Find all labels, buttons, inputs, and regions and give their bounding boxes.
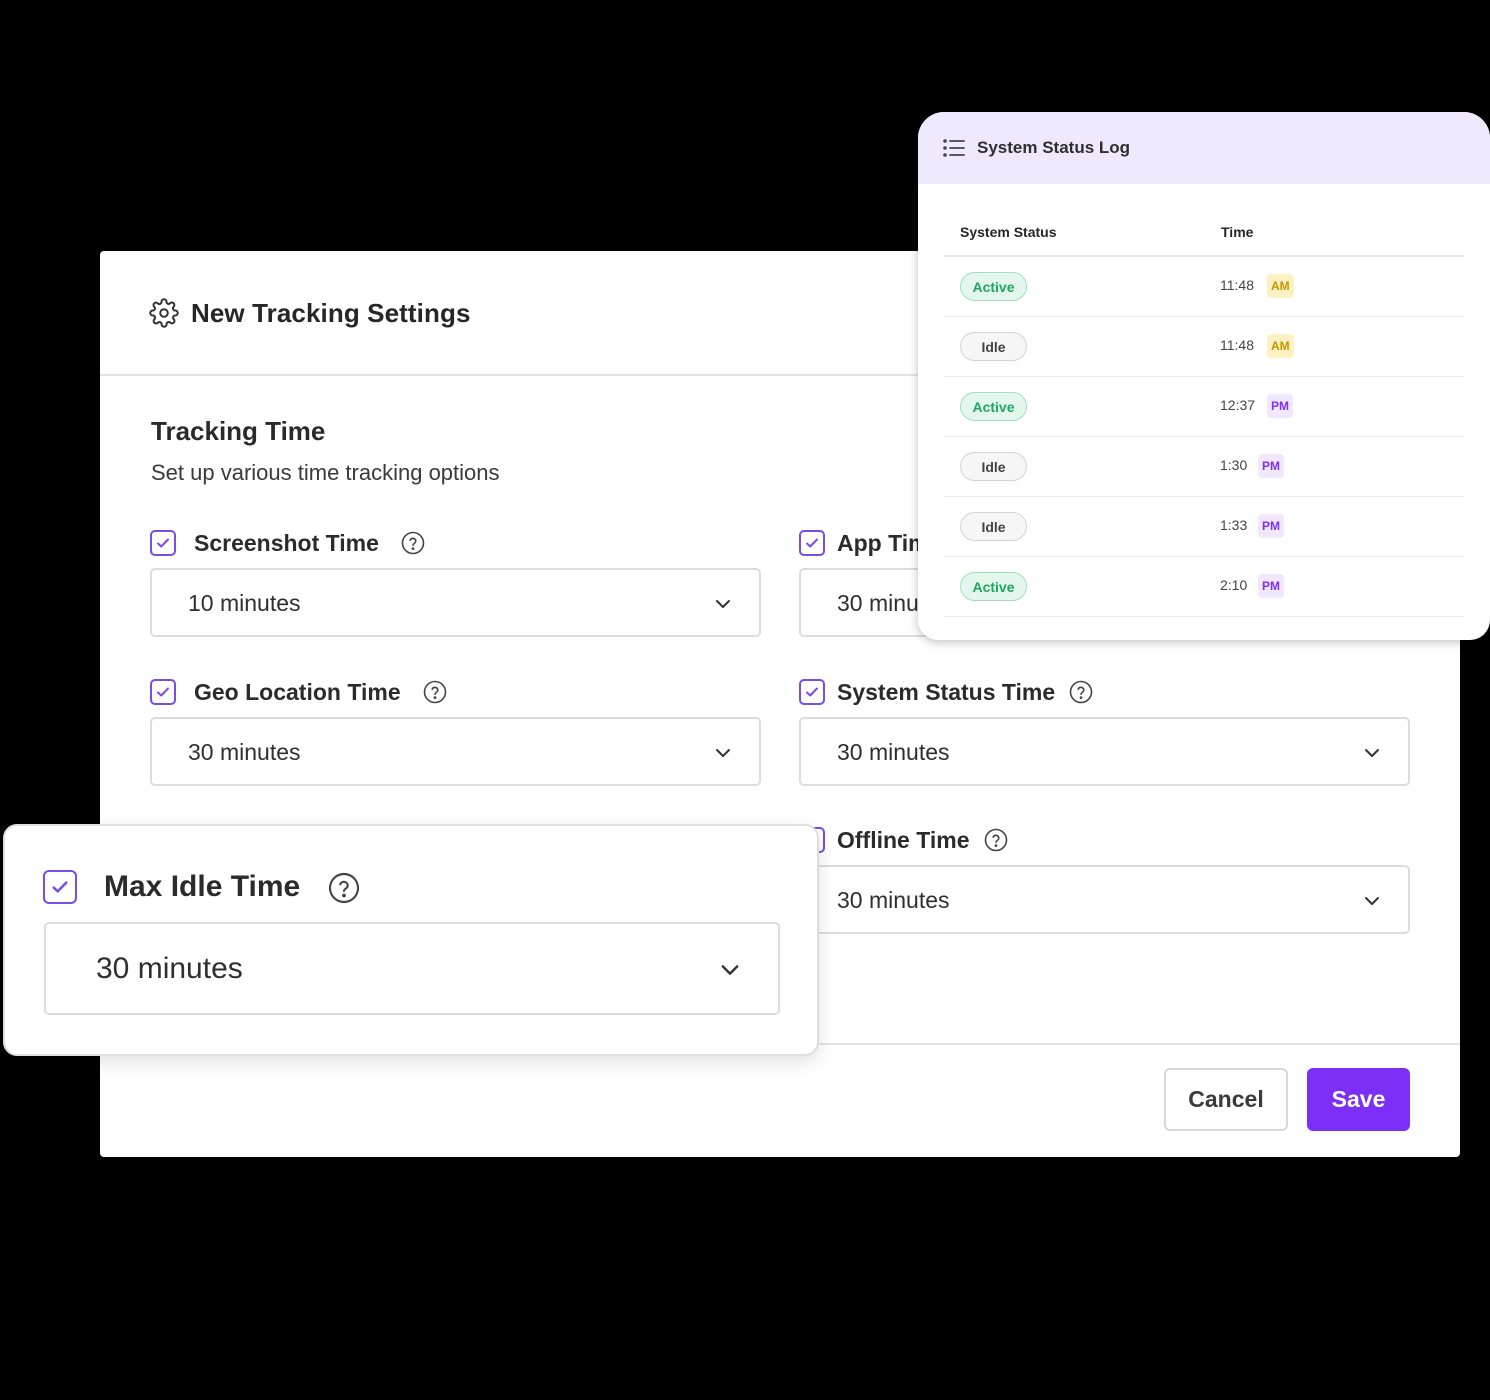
modal-title: New Tracking Settings (191, 298, 471, 328)
screenshot-time-value: 10 minutes (188, 590, 301, 616)
offline-time-value: 30 minutes (837, 887, 950, 913)
column-header-time: Time (1221, 224, 1254, 240)
offline-time-select[interactable]: 30 minutes (799, 865, 1410, 934)
max-idle-time-label: Max Idle Time (104, 870, 301, 903)
gear-icon (149, 298, 179, 328)
table-row: Active 2:10 PM (944, 557, 1464, 617)
status-badge: Idle (960, 512, 1027, 541)
period-badge: AM (1267, 274, 1294, 298)
geo-location-time-label: Geo Location Time (194, 678, 401, 705)
table-row: Idle 1:30 PM (944, 437, 1464, 497)
table-row: Idle 1:33 PM (944, 497, 1464, 557)
period-badge: AM (1267, 334, 1294, 358)
table-row: Idle 11:48 AM (944, 317, 1464, 377)
checkbox-checked-icon (157, 687, 169, 697)
status-badge: Idle (960, 452, 1027, 481)
chevron-down-icon (716, 600, 730, 608)
log-header: System Status Log (918, 112, 1490, 184)
column-header-status: System Status (960, 224, 1057, 240)
row-time: 1:33 (1220, 517, 1248, 533)
system-status-time-value: 30 minutes (837, 739, 950, 765)
offline-time-label: Offline Time (837, 826, 970, 853)
max-idle-time-select[interactable]: 30 minutes (44, 922, 780, 1015)
screenshot-time-label: Screenshot Time (194, 529, 379, 556)
save-button[interactable]: Save (1307, 1068, 1410, 1131)
cancel-button[interactable]: Cancel (1164, 1068, 1288, 1131)
app-time-checkbox[interactable] (799, 530, 825, 556)
section-subtitle: Set up various time tracking options (151, 460, 500, 485)
chevron-down-icon (721, 965, 739, 975)
help-circle-icon[interactable] (401, 531, 425, 555)
screenshot-time-checkbox[interactable] (150, 530, 176, 556)
system-status-time-select[interactable]: 30 minutes (799, 717, 1410, 786)
row-time: 1:30 (1220, 457, 1248, 473)
checkbox-checked-icon (157, 538, 169, 548)
period-badge: PM (1267, 394, 1293, 418)
status-badge: Active (960, 272, 1027, 301)
period-badge: PM (1258, 454, 1284, 478)
table-row: Active 11:48 AM (944, 257, 1464, 317)
status-badge: Active (960, 392, 1027, 421)
chevron-down-icon (1365, 897, 1379, 905)
table-row: Active 12:37 PM (944, 377, 1464, 437)
help-circle-icon[interactable] (423, 680, 447, 704)
row-time: 12:37 (1220, 397, 1256, 413)
list-icon (943, 139, 965, 157)
help-circle-icon[interactable] (328, 872, 360, 904)
max-idle-time-checkbox[interactable] (43, 870, 77, 904)
chevron-down-icon (1365, 749, 1379, 757)
screenshot-time-select[interactable]: 10 minutes (150, 568, 761, 637)
system-status-log-card: System Status Log System Status Time Act… (918, 112, 1490, 640)
checkbox-checked-icon (806, 538, 818, 548)
chevron-down-icon (716, 749, 730, 757)
screenshot-time-label-row: Screenshot Time (150, 528, 425, 558)
system-status-time-checkbox[interactable] (799, 679, 825, 705)
max-idle-time-value: 30 minutes (96, 952, 243, 985)
period-badge: PM (1258, 574, 1284, 598)
system-status-time-label-row: System Status Time (799, 677, 1093, 707)
checkbox-checked-icon (52, 881, 68, 893)
row-time: 11:48 (1220, 337, 1254, 353)
row-time: 2:10 (1220, 577, 1248, 593)
geo-location-time-value: 30 minutes (188, 739, 301, 765)
help-circle-icon[interactable] (1069, 680, 1093, 704)
geo-location-time-checkbox[interactable] (150, 679, 176, 705)
period-badge: PM (1258, 514, 1284, 538)
help-circle-icon[interactable] (984, 828, 1008, 852)
row-time: 11:48 (1220, 277, 1254, 293)
section-title: Tracking Time (151, 416, 326, 446)
geo-location-time-label-row: Geo Location Time (150, 677, 447, 707)
system-status-time-label: System Status Time (837, 678, 1056, 705)
status-badge: Idle (960, 332, 1027, 361)
log-title: System Status Log (977, 138, 1131, 157)
status-badge: Active (960, 572, 1027, 601)
offline-time-label-row: Offline Time (799, 825, 1008, 855)
geo-location-time-select[interactable]: 30 minutes (150, 717, 761, 786)
checkbox-checked-icon (806, 687, 818, 697)
max-idle-time-card: Max Idle Time 30 minutes (3, 824, 819, 1056)
